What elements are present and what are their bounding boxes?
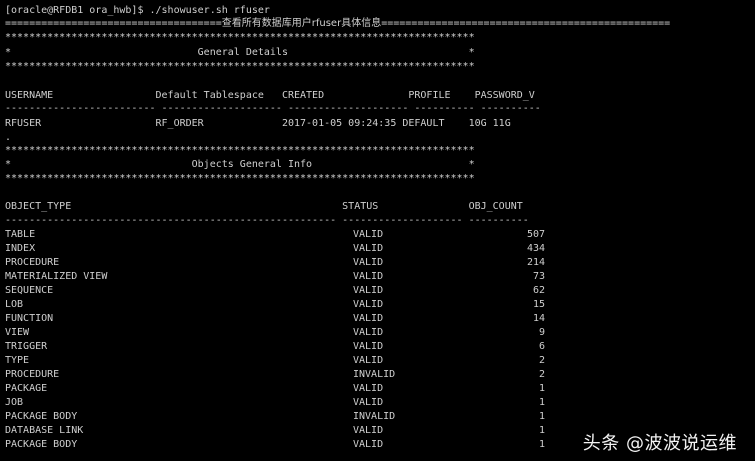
object-count: 1 [538, 411, 545, 422]
object-count: 14 [532, 313, 545, 324]
object-type: LOB [5, 299, 24, 310]
banner-title: 查看所有数据库用户rfuser具体信息 [221, 18, 382, 29]
objects-info-title: * Objects General Info * [5, 159, 475, 170]
object-type: INDEX [5, 243, 36, 254]
object-count: 1 [538, 383, 545, 394]
object-type: PROCEDURE [5, 369, 60, 380]
object-type: PROCEDURE [5, 257, 60, 268]
object-count: 15 [532, 299, 545, 310]
star-divider: ****************************************… [5, 173, 475, 184]
object-count: 1 [538, 397, 545, 408]
terminal-window[interactable]: -------------------------- [oracle@RFDB1… [0, 0, 755, 461]
object-status: VALID [353, 425, 384, 436]
object-count: 2 [538, 369, 545, 380]
object-count: 434 [526, 243, 545, 254]
star-divider: ****************************************… [5, 61, 475, 72]
object-type: TABLE [5, 229, 36, 240]
object-count: 9 [538, 327, 545, 338]
object-type: SEQUENCE [5, 285, 54, 296]
object-status: VALID [353, 397, 384, 408]
object-count: 1 [538, 439, 545, 450]
object-status: VALID [353, 285, 384, 296]
object-status: VALID [353, 257, 384, 268]
object-status: VALID [353, 355, 384, 366]
banner-line: ====================================查看所有… [5, 17, 670, 31]
object-count: 6 [538, 341, 545, 352]
star-divider: ****************************************… [5, 145, 475, 156]
general-details-title: * General Details * [5, 47, 475, 58]
object-status: INVALID [353, 369, 396, 380]
object-count: 1 [538, 425, 545, 436]
object-count: 214 [526, 257, 545, 268]
object-type: MATERIALIZED VIEW [5, 271, 108, 282]
objects-table-header: OBJECT_TYPE STATUS OBJ_COUNT [5, 201, 523, 212]
object-count: 62 [532, 285, 545, 296]
object-status: INVALID [353, 411, 396, 422]
object-status: VALID [353, 313, 384, 324]
object-type: PACKAGE [5, 383, 48, 394]
user-table-row: RFUSER RF_ORDER 2017-01-05 09:24:35 DEFA… [5, 118, 511, 129]
object-type: PACKAGE BODY [5, 411, 78, 422]
object-status: VALID [353, 271, 384, 282]
objects-table-separator: ----------------------------------------… [5, 215, 529, 226]
object-count: 2 [538, 355, 545, 366]
object-type: TYPE [5, 355, 30, 366]
object-status: VALID [353, 327, 384, 338]
object-type: FUNCTION [5, 313, 54, 324]
object-type: DATABASE LINK [5, 425, 84, 436]
command-prompt: [oracle@RFDB1 ora_hwb]$ ./showuser.sh rf… [5, 5, 270, 16]
object-status: VALID [353, 383, 384, 394]
dot-line: . [5, 132, 12, 143]
user-table-separator: ------------------------- --------------… [5, 103, 541, 114]
object-type: JOB [5, 397, 24, 408]
object-count: 73 [532, 271, 545, 282]
object-status: VALID [353, 299, 384, 310]
object-count: 507 [526, 229, 545, 240]
banner-right: ========================================… [381, 18, 671, 29]
star-divider: ****************************************… [5, 32, 475, 43]
object-status: VALID [353, 229, 384, 240]
object-status: VALID [353, 439, 384, 450]
object-type: PACKAGE BODY [5, 439, 78, 450]
banner-left: ==================================== [5, 18, 222, 29]
object-status: VALID [353, 341, 384, 352]
object-status: VALID [353, 243, 384, 254]
user-table-header: USERNAME Default Tablespace CREATED PROF… [5, 90, 535, 101]
watermark: 头条 @波波说运维 [582, 433, 737, 454]
object-type: VIEW [5, 327, 30, 338]
object-type: TRIGGER [5, 341, 48, 352]
